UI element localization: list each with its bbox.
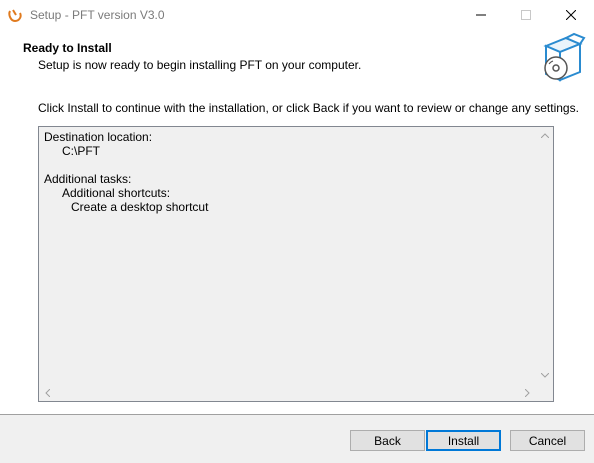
destination-label: Destination location: xyxy=(44,130,153,144)
close-button[interactable] xyxy=(548,0,594,30)
memo-blank-line xyxy=(44,158,208,172)
title-bar: Setup - PFT version V3.0 xyxy=(0,0,594,30)
wizard-footer: Back Install Cancel xyxy=(0,415,594,463)
minimize-icon xyxy=(476,14,486,16)
horizontal-scrollbar[interactable] xyxy=(39,384,536,401)
wizard-body: Click Install to continue with the insta… xyxy=(0,88,594,414)
vertical-scrollbar[interactable] xyxy=(536,127,553,384)
ready-memo[interactable]: Destination location: C:\PFT Additional … xyxy=(38,126,554,402)
install-button[interactable]: Install xyxy=(426,430,501,451)
shortcut-item: Create a desktop shortcut xyxy=(71,200,209,214)
package-box-disc-icon xyxy=(536,32,586,86)
page-subheading: Setup is now ready to begin installing P… xyxy=(38,58,362,72)
back-button[interactable]: Back xyxy=(350,430,425,451)
destination-value: C:\PFT xyxy=(62,144,100,158)
cancel-button[interactable]: Cancel xyxy=(510,430,585,451)
shortcuts-label: Additional shortcuts: xyxy=(62,186,171,200)
scroll-up-icon[interactable] xyxy=(536,127,553,144)
wizard-header: Ready to Install Setup is now ready to b… xyxy=(0,30,594,88)
tasks-label: Additional tasks: xyxy=(44,172,132,186)
close-icon xyxy=(566,10,576,20)
minimize-button[interactable] xyxy=(458,0,504,30)
window-title: Setup - PFT version V3.0 xyxy=(30,8,165,22)
maximize-button xyxy=(503,0,549,30)
installer-app-icon xyxy=(7,8,23,24)
scroll-right-icon[interactable] xyxy=(519,384,536,401)
scroll-left-icon[interactable] xyxy=(39,384,56,401)
page-heading: Ready to Install xyxy=(23,41,112,55)
memo-content: Destination location: C:\PFT Additional … xyxy=(44,130,208,214)
instructions-text: Click Install to continue with the insta… xyxy=(38,101,579,115)
maximize-icon xyxy=(521,10,531,20)
scroll-down-icon[interactable] xyxy=(536,367,553,384)
